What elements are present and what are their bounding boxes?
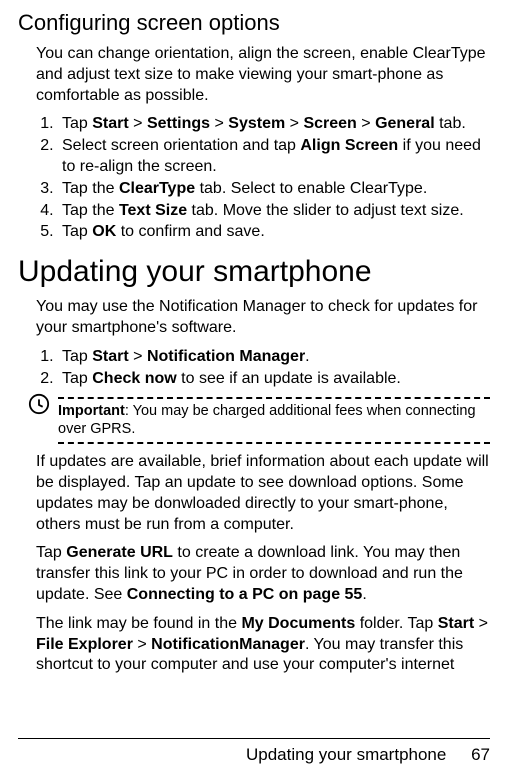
bold-text: Check now	[92, 370, 176, 387]
bold-text: Screen	[303, 115, 356, 132]
text-run: >	[129, 348, 147, 365]
footer-divider	[18, 738, 490, 739]
paragraph-generate-url: Tap Generate URL to create a download li…	[36, 543, 490, 605]
info-icon	[28, 393, 50, 415]
dashed-divider-top	[58, 397, 490, 399]
bold-text: ClearType	[119, 180, 195, 197]
bold-text: System	[228, 115, 285, 132]
bold-text: Align Screen	[300, 137, 398, 154]
bold-text: Generate URL	[66, 544, 173, 561]
text-run: Tap	[62, 115, 92, 132]
steps-list-1: Tap Start > Settings > System > Screen >…	[58, 114, 490, 243]
intro-text-2: You may use the Notification Manager to …	[36, 297, 490, 339]
paragraph-updates: If updates are available, brief informat…	[36, 452, 490, 535]
bold-text: My Documents	[241, 615, 355, 632]
steps-list-2: Tap Start > Notification Manager.Tap Che…	[58, 347, 490, 390]
text-run: tab. Select to enable ClearType.	[195, 180, 427, 197]
text-run: >	[474, 615, 488, 632]
step-item: Tap OK to confirm and save.	[58, 222, 490, 243]
text-run: Tap the	[62, 202, 119, 219]
text-run: Select screen orientation and tap	[62, 137, 300, 154]
intro-text-1: You can change orientation, align the sc…	[36, 44, 490, 106]
text-run: >	[129, 115, 147, 132]
bold-text: OK	[92, 223, 116, 240]
text-run: Tap	[36, 544, 66, 561]
text-run: The link may be found in the	[36, 615, 241, 632]
text-run: Tap	[62, 348, 92, 365]
text-run: to confirm and save.	[116, 223, 265, 240]
step-item: Tap Start > Settings > System > Screen >…	[58, 114, 490, 135]
bold-text: General	[375, 115, 435, 132]
bold-text: Start	[92, 115, 128, 132]
dashed-divider-bottom	[58, 442, 490, 444]
bold-text: Start	[92, 348, 128, 365]
text-run: to see if an update is available.	[177, 370, 401, 387]
section-heading-2: Updating your smartphone	[18, 255, 490, 289]
text-run: >	[133, 636, 151, 653]
step-item: Select screen orientation and tap Align …	[58, 136, 490, 178]
text-run: >	[357, 115, 375, 132]
step-item: Tap Check now to see if an update is ava…	[58, 369, 490, 390]
bold-text: Connecting to a PC on page 55	[127, 586, 363, 603]
bold-text: Settings	[147, 115, 210, 132]
text-run: tab.	[435, 115, 466, 132]
step-item: Tap the Text Size tab. Move the slider t…	[58, 201, 490, 222]
text-run: folder. Tap	[355, 615, 437, 632]
text-run: .	[305, 348, 309, 365]
text-run: Tap the	[62, 180, 119, 197]
bold-text: NotificationManager	[151, 636, 305, 653]
paragraph-link-location: The link may be found in the My Document…	[36, 614, 490, 676]
text-run: Tap	[62, 223, 92, 240]
text-run: .	[362, 586, 366, 603]
footer-title: Updating your smartphone	[246, 745, 446, 764]
important-label: Important	[58, 403, 125, 419]
step-item: Tap the ClearType tab. Select to enable …	[58, 179, 490, 200]
step-item: Tap Start > Notification Manager.	[58, 347, 490, 368]
text-run: Tap	[62, 370, 92, 387]
page-footer: Updating your smartphone 67	[246, 745, 490, 765]
text-run: tab. Move the slider to adjust text size…	[187, 202, 464, 219]
page-number: 67	[471, 745, 490, 764]
text-run: >	[210, 115, 228, 132]
bold-text: File Explorer	[36, 636, 133, 653]
bold-text: Start	[438, 615, 474, 632]
section-heading-1: Configuring screen options	[18, 10, 490, 36]
important-note-text: Important: You may be charged additional…	[58, 403, 490, 438]
important-note-box: Important: You may be charged additional…	[36, 397, 490, 444]
bold-text: Notification Manager	[147, 348, 305, 365]
text-run: >	[285, 115, 303, 132]
bold-text: Text Size	[119, 202, 187, 219]
